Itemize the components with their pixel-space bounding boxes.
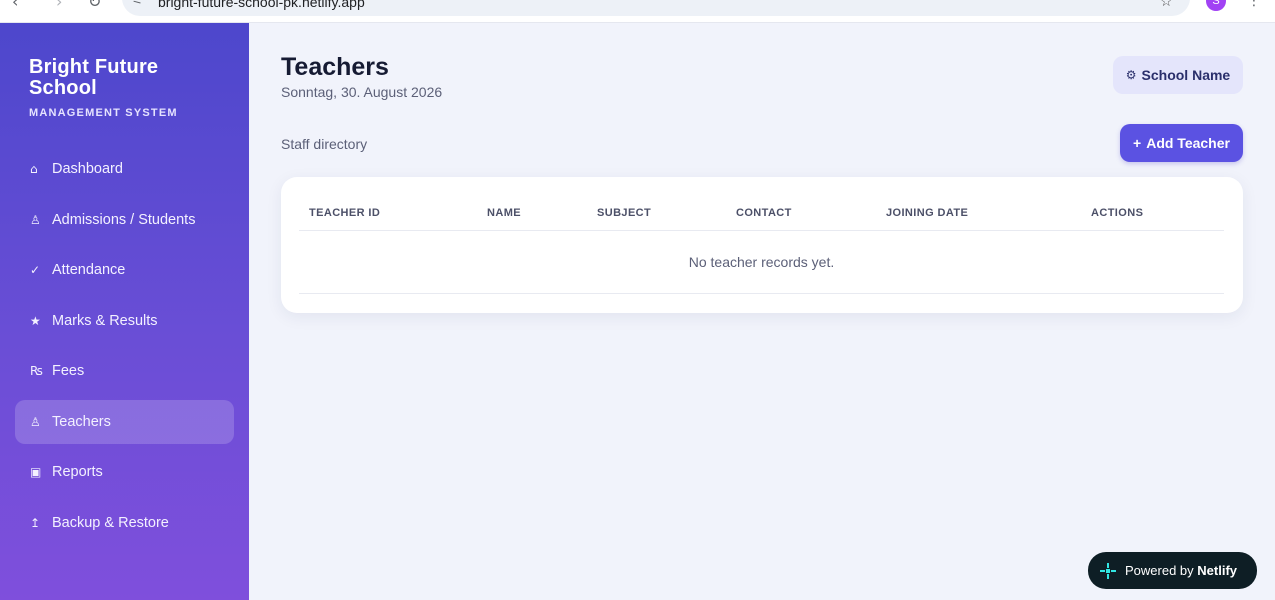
profile-avatar[interactable]: S [1206,0,1226,11]
sidebar: Bright Future School MANAGEMENT SYSTEM ⌂… [0,23,249,600]
sidebar-item-label: Backup & Restore [52,514,169,531]
sidebar-item-reports[interactable]: ▣ Reports [15,450,234,494]
plus-icon: + [1133,135,1142,151]
bookmark-star-icon[interactable]: ☆ [1160,0,1173,10]
powered-by-netlify-badge[interactable]: Powered by Netlify [1088,552,1257,589]
browser-toolbar: ‹ › ↻ ⚟ bright-future-school-pk.netlify.… [0,0,1275,23]
more-menu-icon[interactable]: ⋮ [1247,0,1261,9]
sidebar-item-label: Marks & Results [52,312,158,329]
column-header-teacher-id[interactable]: TEACHER ID [309,207,380,219]
sidebar-item-label: Admissions / Students [52,211,196,228]
sidebar-nav: ⌂ Dashboard ♙ Admissions / Students ✓ At… [15,147,234,551]
column-header-contact[interactable]: CONTACT [736,207,792,219]
teacher-icon: ♙ [30,414,41,429]
site-settings-icon[interactable]: ⚟ [132,0,143,7]
table-header: TEACHER ID NAME SUBJECT CONTACT JOINING … [299,205,1224,231]
teachers-table-card: TEACHER ID NAME SUBJECT CONTACT JOINING … [281,177,1243,313]
empty-state-message: No teacher records yet. [299,231,1224,294]
sidebar-item-marks[interactable]: ★ Marks & Results [15,299,234,343]
column-header-name[interactable]: NAME [487,207,521,219]
sidebar-item-label: Teachers [52,413,111,430]
forward-arrow-icon[interactable]: › [56,0,62,11]
home-icon: ⌂ [30,162,38,176]
brand-title: Bright Future School [29,56,159,99]
student-icon: ♙ [30,212,41,227]
page-title: Teachers [281,53,389,81]
sidebar-item-dashboard[interactable]: ⌂ Dashboard [15,147,234,191]
star-icon: ★ [30,313,41,328]
column-header-joining-date[interactable]: JOINING DATE [886,207,968,219]
sidebar-item-backup[interactable]: ↥ Backup & Restore [15,501,234,545]
section-label: Staff directory [281,136,368,152]
column-header-subject[interactable]: SUBJECT [597,207,651,219]
sidebar-item-label: Fees [52,363,85,379]
netlify-logo-icon [1100,562,1116,579]
sidebar-item-label: Dashboard [52,161,123,177]
sidebar-item-admissions[interactable]: ♙ Admissions / Students [15,198,234,242]
back-arrow-icon[interactable]: ‹ [12,0,18,11]
badge-prefix: Powered by [1125,563,1194,578]
report-icon: ▣ [30,465,42,479]
sidebar-item-label: Attendance [52,262,126,278]
page-date: Sonntag, 30. August 2026 [281,84,443,100]
add-teacher-button[interactable]: + Add Teacher [1120,124,1243,162]
add-teacher-label: Add Teacher [1146,135,1230,151]
school-name-label: School Name [1141,67,1231,83]
sidebar-item-fees[interactable]: ₨ Fees [15,349,234,393]
school-name-button[interactable]: ⚙ School Name [1113,56,1243,94]
main-content: Teachers Sonntag, 30. August 2026 ⚙ Scho… [249,23,1275,600]
brand-subtitle: MANAGEMENT SYSTEM [29,107,178,119]
sidebar-item-teachers[interactable]: ♙ Teachers [15,399,234,444]
gear-icon: ⚙ [1125,68,1137,82]
brand: Bright Future School MANAGEMENT SYSTEM [29,56,229,120]
rupee-icon: ₨ [30,364,43,378]
column-header-actions: ACTIONS [1091,207,1144,219]
url-text[interactable]: bright-future-school-pk.netlify.app [158,0,365,10]
sidebar-item-attendance[interactable]: ✓ Attendance [15,248,234,292]
upload-icon: ↥ [30,515,41,530]
sidebar-item-label: Reports [52,464,103,480]
check-icon: ✓ [30,263,41,277]
badge-brand: Netlify [1197,563,1238,578]
reload-icon[interactable]: ↻ [88,0,101,11]
